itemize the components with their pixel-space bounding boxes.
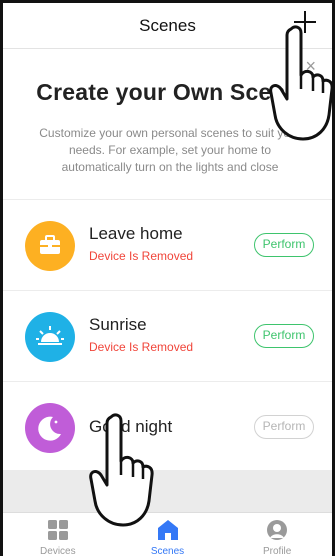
list-footer-area xyxy=(3,470,332,512)
tab-bar: Devices Scenes Profile xyxy=(3,512,332,556)
app-screen: Scenes × Create your Own Scene Customize… xyxy=(0,0,335,556)
scene-status: Device Is Removed xyxy=(89,249,194,263)
create-scene-banner: × Create your Own Scene Customize your o… xyxy=(3,49,332,197)
scene-status: Device Is Removed xyxy=(89,340,194,354)
briefcase-icon xyxy=(25,221,75,271)
person-icon xyxy=(266,519,288,541)
tab-label: Devices xyxy=(40,546,76,556)
tab-label: Profile xyxy=(263,546,292,556)
banner-title: Create your Own Scene xyxy=(36,79,299,105)
tab-scenes[interactable]: Scenes xyxy=(113,513,223,556)
moon-icon xyxy=(25,403,75,453)
scene-row-good-night[interactable]: Good night Perform xyxy=(3,382,332,473)
scene-row-sunrise[interactable]: Sunrise Device Is Removed Perform xyxy=(3,291,332,382)
tab-devices[interactable]: Devices xyxy=(3,513,113,556)
page-title: Scenes xyxy=(139,15,196,35)
tab-profile[interactable]: Profile xyxy=(222,513,332,556)
home-icon xyxy=(157,519,179,541)
sunrise-icon xyxy=(25,312,75,362)
perform-button[interactable]: Perform xyxy=(254,324,314,348)
nav-header: Scenes xyxy=(3,3,332,49)
perform-button[interactable]: Perform xyxy=(254,233,314,257)
scene-row-leave-home[interactable]: Leave home Device Is Removed Perform xyxy=(3,200,332,291)
scene-name: Sunrise xyxy=(89,315,147,334)
grid-icon xyxy=(47,519,69,541)
perform-button[interactable]: Perform xyxy=(254,415,314,439)
close-icon[interactable]: × xyxy=(305,57,316,75)
banner-description: Customize your own personal scenes to su… xyxy=(39,126,301,174)
scene-name: Good night xyxy=(89,417,173,436)
scene-list: Leave home Device Is Removed Perform Sun… xyxy=(3,199,332,473)
add-scene-button[interactable] xyxy=(292,9,318,35)
scene-name: Leave home xyxy=(89,224,183,243)
tab-label: Scenes xyxy=(150,546,185,556)
